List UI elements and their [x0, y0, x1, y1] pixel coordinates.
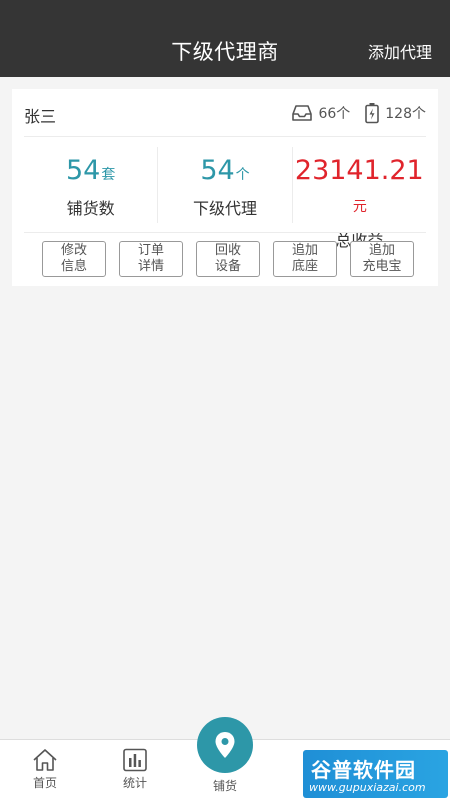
bar-chart-icon	[123, 748, 147, 772]
tab-home[interactable]: 首页	[0, 740, 90, 800]
recycle-device-button[interactable]: 回收 设备	[196, 241, 260, 277]
action-row: 修改 信息 订单 详情 回收 设备 追加 底座 追加 充电宝	[42, 241, 414, 277]
device-count: 66个	[291, 103, 350, 123]
watermark-text: 谷普软件园	[311, 758, 416, 782]
powerbank-count-value: 128个	[385, 106, 426, 122]
stat-subagents-value: 54个	[200, 155, 250, 186]
stat-revenue-value: 23141.21元	[294, 155, 424, 215]
agent-card: 张三 66个 128个 54套 铺货数 54个 下级代理 23141.21元 修…	[12, 89, 438, 286]
add-agent-button[interactable]: 添加代理	[368, 39, 432, 63]
powerbank-count: 128个	[364, 102, 426, 124]
divider	[24, 136, 426, 137]
tab-stock-label: 铺货	[212, 779, 237, 793]
stat-subagents: 54个 下级代理	[157, 147, 291, 223]
order-details-button[interactable]: 订单 详情	[119, 241, 183, 277]
battery-charge-icon	[365, 103, 380, 124]
stock-center-button[interactable]	[197, 717, 253, 773]
stat-stock: 54套 铺货数	[24, 147, 157, 223]
watermark-url: www.gupuxiazai.com	[309, 781, 426, 794]
inbox-icon	[292, 105, 313, 121]
home-icon	[33, 749, 57, 771]
edit-info-button[interactable]: 修改 信息	[42, 241, 106, 277]
stat-stock-label: 铺货数	[66, 199, 115, 218]
watermark-logo: 谷普软件园 www.gupuxiazai.com	[303, 750, 448, 798]
agent-meta: 66个 128个	[277, 102, 426, 124]
device-count-value: 66个	[318, 106, 351, 122]
tab-stats-label: 统计	[122, 776, 147, 790]
tab-stats[interactable]: 统计	[90, 740, 180, 800]
add-dock-button[interactable]: 追加 底座	[273, 241, 337, 277]
divider	[24, 232, 426, 233]
location-pin-icon	[215, 732, 235, 758]
agent-name: 张三	[24, 107, 57, 126]
add-powerbank-button[interactable]: 追加 充电宝	[350, 241, 414, 277]
tab-home-label: 首页	[32, 776, 57, 790]
stat-subagents-label: 下级代理	[192, 199, 257, 218]
header-bar: 下级代理商 添加代理	[0, 0, 450, 77]
stat-revenue: 23141.21元 总收益	[291, 147, 426, 250]
stats-row: 54套 铺货数 54个 下级代理 23141.21元 总收益	[24, 147, 426, 250]
stat-stock-value: 54套	[65, 155, 116, 186]
